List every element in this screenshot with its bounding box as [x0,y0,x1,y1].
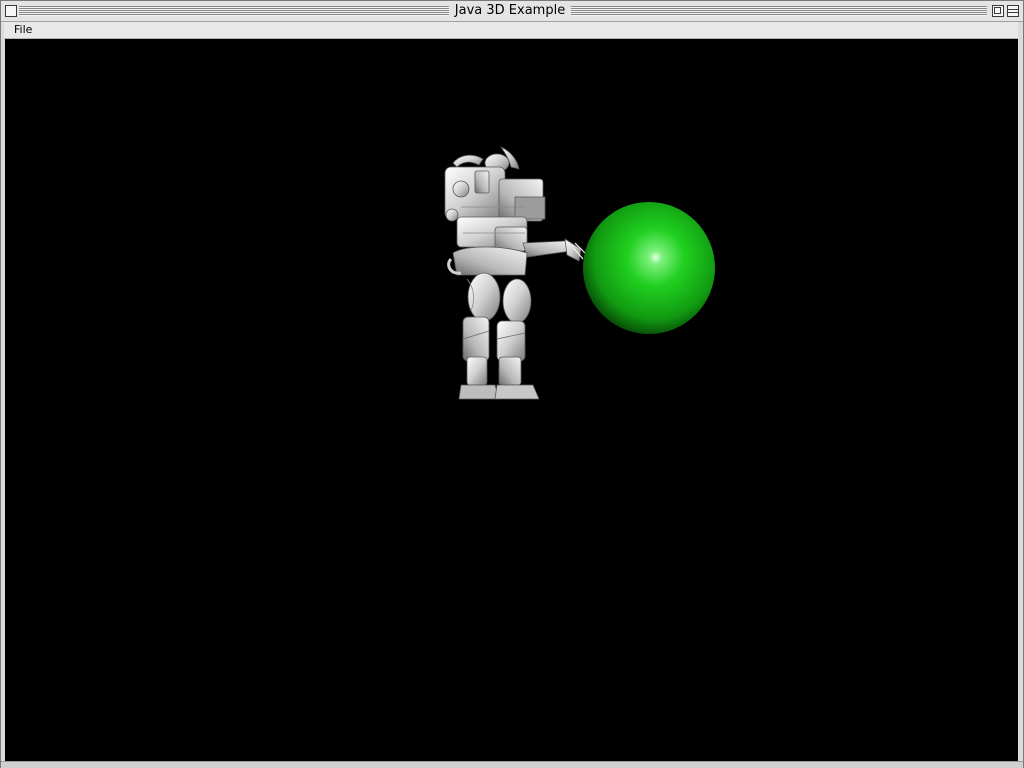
menu-bar: File [4,22,1018,39]
title-bar-stripes-left [19,6,449,16]
robot-model [444,146,586,400]
scene-render [444,146,715,400]
green-sphere [583,202,715,334]
title-bar[interactable]: Java 3D Example [1,1,1023,22]
close-window-button[interactable] [5,5,17,17]
window-bottom-border [1,761,1023,768]
application-window: Java 3D Example File [0,0,1024,768]
menu-file[interactable]: File [9,22,37,38]
window-title: Java 3D Example [449,3,571,19]
zoom-window-button[interactable] [992,5,1004,17]
java3d-canvas[interactable] [5,39,1018,761]
title-bar-stripes-right [571,6,987,16]
shade-window-button[interactable] [1007,5,1019,17]
